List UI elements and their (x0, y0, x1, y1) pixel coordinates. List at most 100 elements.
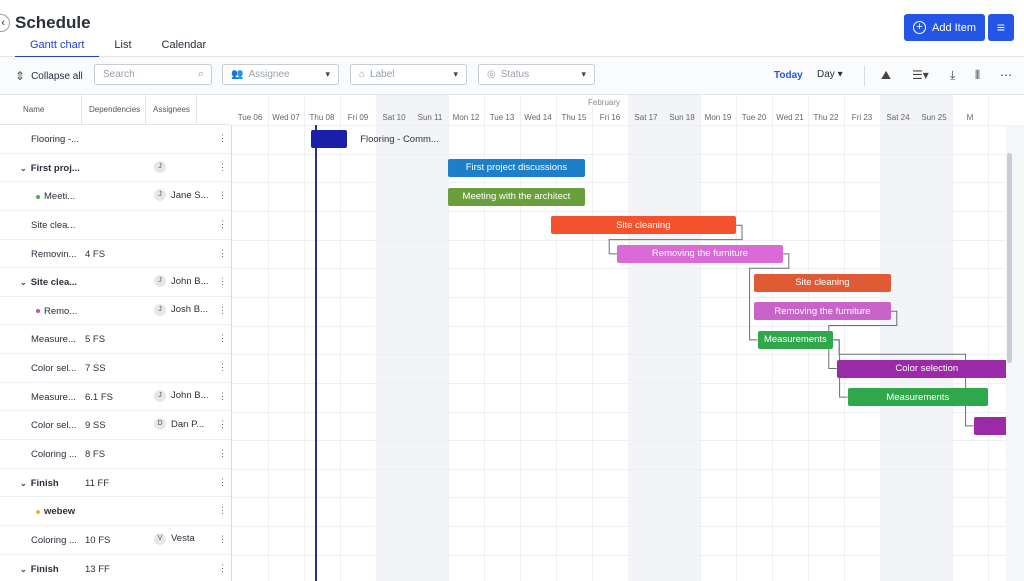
table-row[interactable]: Flooring -... ⋮ (0, 125, 231, 154)
task-name[interactable]: Coloring ... (31, 535, 77, 546)
table-row[interactable]: Color sel... 9 SS D Dan P... ⋮ (0, 411, 231, 441)
dependency-link[interactable] (749, 253, 790, 341)
row-menu-icon[interactable]: ⋮ (218, 563, 227, 574)
task-assignee[interactable]: J Josh B... (154, 303, 208, 316)
today-button[interactable]: Today (774, 70, 803, 81)
row-menu-icon[interactable]: ⋮ (218, 333, 227, 344)
task-bar[interactable]: Site cleaning (754, 273, 891, 292)
table-row[interactable]: webew ⋮ (0, 497, 231, 526)
row-menu-icon[interactable]: ⋮ (218, 448, 227, 459)
col-dependencies[interactable]: Dependencies (89, 105, 140, 114)
label-filter[interactable]: ⌂ Label ▾ (350, 64, 467, 85)
task-name-text: Removin... (31, 248, 77, 260)
table-row[interactable]: Color sel... 7 SS ⋮ (0, 354, 231, 383)
row-menu-icon[interactable]: ⋮ (218, 362, 227, 373)
table-row[interactable]: ⌄ Finish 13 FF ⋮ (0, 555, 231, 581)
task-name[interactable]: ⌄ Finish (20, 478, 59, 489)
table-row[interactable]: Coloring ... 10 FS V Vesta ⋮ (0, 526, 231, 555)
chevron-down-icon[interactable]: ⌄ (20, 479, 27, 488)
task-name[interactable]: Flooring -... (31, 134, 79, 145)
row-menu-icon[interactable]: ⋮ (218, 276, 227, 287)
task-assignee[interactable]: D Dan P... (154, 418, 204, 431)
search-input[interactable]: Search ⌕ (94, 64, 212, 85)
table-row[interactable]: Measure... 5 FS ⋮ (0, 325, 231, 355)
task-bar[interactable]: Removing the furniture (617, 244, 783, 263)
task-name[interactable]: Color sel... (31, 363, 76, 374)
task-assignee[interactable]: J John B... (154, 389, 209, 402)
add-list-icon[interactable]: ≡ (988, 14, 1014, 41)
table-row[interactable]: Meeti... J Jane S... ⋮ (0, 182, 231, 211)
dependency-link[interactable] (833, 339, 974, 427)
task-assignee[interactable]: J (154, 160, 171, 173)
tab-gantt-chart[interactable]: Gantt chart (15, 39, 100, 58)
task-name-text: Site clea... (31, 219, 76, 231)
assignee-filter[interactable]: 👥 Assignee ▾ (222, 64, 339, 85)
task-bar[interactable]: Measurements (757, 330, 834, 349)
tab-calendar[interactable]: Calendar (147, 39, 222, 57)
table-row[interactable]: ⌄ Finish 11 FF ⋮ (0, 469, 231, 498)
table-row[interactable]: Coloring ... 8 FS ⋮ (0, 440, 231, 469)
task-assignee[interactable]: J John B... (154, 275, 209, 288)
critical-path-icon[interactable]: ☰▾ (912, 68, 929, 82)
chevron-down-icon[interactable]: ⌄ (20, 164, 27, 173)
row-menu-icon[interactable]: ⋮ (218, 162, 227, 173)
baseline-icon[interactable]: ⛰ (881, 68, 891, 83)
chevron-down-icon[interactable]: ⌄ (20, 278, 27, 287)
task-assignee[interactable]: J Jane S... (154, 189, 209, 202)
row-menu-icon[interactable]: ⋮ (218, 419, 227, 430)
chevron-left-icon[interactable]: ‹ (0, 14, 10, 32)
table-row[interactable]: Site clea... ⋮ (0, 211, 231, 240)
task-name[interactable]: ⌄ First proj... (20, 163, 80, 174)
toolbar: ⇕ Collapse all Search ⌕ 👥 Assignee ▾ ⌂ L… (0, 57, 1024, 95)
task-bar[interactable]: Measurements (847, 388, 988, 407)
tab-list[interactable]: List (99, 39, 146, 57)
scrollbar-thumb[interactable] (1007, 153, 1012, 363)
task-name[interactable]: Removin... (31, 249, 76, 260)
task-name[interactable]: Color sel... (31, 420, 76, 431)
row-menu-icon[interactable]: ⋮ (218, 534, 227, 545)
zoom-select[interactable]: Day ▾ (817, 69, 843, 80)
task-name[interactable]: Measure... (31, 392, 76, 403)
task-name-text: Finish (30, 477, 59, 489)
row-menu-icon[interactable]: ⋮ (218, 248, 227, 259)
task-bar[interactable] (311, 130, 348, 149)
row-menu-icon[interactable]: ⋮ (218, 505, 227, 516)
task-bar[interactable]: Color selection (836, 359, 1017, 378)
row-menu-icon[interactable]: ⋮ (218, 391, 227, 402)
status-filter[interactable]: ◎ Status ▾ (478, 64, 595, 85)
task-bar[interactable]: Meeting with the architect (448, 187, 585, 206)
row-menu-icon[interactable]: ⋮ (218, 133, 227, 144)
table-row[interactable]: Removin... 4 FS ⋮ (0, 240, 231, 269)
task-name[interactable]: Remo... (36, 306, 77, 317)
task-name[interactable]: webew (36, 506, 75, 517)
add-item-button[interactable]: + Add Item (904, 14, 985, 41)
task-name[interactable]: Meeti... (36, 191, 75, 202)
chevron-down-icon[interactable]: ⌄ (20, 565, 27, 574)
row-menu-icon[interactable]: ⋮ (218, 305, 227, 316)
task-bar[interactable]: First project discussions (448, 158, 585, 177)
col-name[interactable]: Name (23, 105, 44, 114)
task-name[interactable]: ⌄ Site clea... (20, 277, 77, 288)
table-row[interactable]: Remo... J Josh B... ⋮ (0, 297, 231, 326)
table-row[interactable]: ⌄ First proj... J ⋮ (0, 154, 231, 183)
table-row[interactable]: Measure... 6.1 FS J John B... ⋮ (0, 383, 231, 412)
task-name[interactable]: Coloring ... (31, 449, 77, 460)
download-icon[interactable]: ⤓ (950, 68, 955, 83)
more-icon[interactable]: ⋯ (1000, 68, 1012, 82)
collapse-all-button[interactable]: ⇕ Collapse all (15, 69, 83, 83)
columns-icon[interactable]: ⫴ (975, 68, 980, 83)
col-assignees[interactable]: Assignees (153, 105, 190, 114)
task-bar[interactable]: Site cleaning (550, 216, 736, 235)
vertical-scrollbar[interactable] (1006, 125, 1024, 581)
task-name[interactable]: Measure... (31, 334, 76, 345)
task-assignee[interactable]: V Vesta (154, 532, 195, 545)
row-menu-icon[interactable]: ⋮ (218, 477, 227, 488)
task-name[interactable]: ⌄ Finish (20, 564, 59, 575)
row-menu-icon[interactable]: ⋮ (218, 219, 227, 230)
assignee-placeholder: Assignee (248, 69, 290, 80)
task-name[interactable]: Site clea... (31, 220, 75, 231)
table-row[interactable]: ⌄ Site clea... J John B... ⋮ (0, 268, 231, 297)
status-placeholder: Status (500, 69, 530, 80)
task-bar[interactable]: Removing the furniture (754, 302, 891, 321)
row-menu-icon[interactable]: ⋮ (218, 190, 227, 201)
